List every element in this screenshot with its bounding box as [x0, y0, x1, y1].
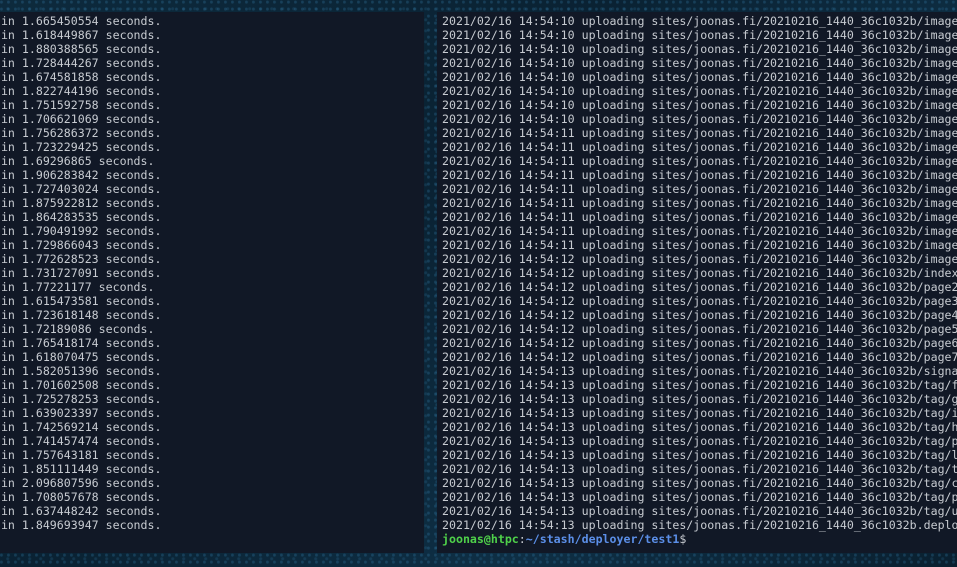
terminal-line: 2021/02/16 14:54:13 uploading sites/joon… [442, 476, 957, 490]
terminal-line: te in 1.729866043 seconds. [0, 238, 162, 252]
terminal-line: te in 1.727403024 seconds. [0, 182, 162, 196]
prompt-user-host: joonas@htpc [442, 532, 519, 546]
right-terminal-output: 2021/02/16 14:54:10 uploading sites/joon… [442, 14, 957, 546]
terminal-line: 2021/02/16 14:54:10 uploading sites/joon… [442, 112, 957, 126]
terminal-line: 2021/02/16 14:54:13 uploading sites/joon… [442, 378, 957, 392]
terminal-line: 2021/02/16 14:54:12 uploading sites/joon… [442, 280, 957, 294]
shell-prompt[interactable]: joonas@htpc:~/stash/deployer/test1$ [442, 532, 957, 546]
terminal-line: te in 1.851111449 seconds. [0, 462, 162, 476]
terminal-line: te in 1.665450554 seconds. [0, 14, 162, 28]
terminal-line: te in 1.618449867 seconds. [0, 28, 162, 42]
terminal-line: 2021/02/16 14:54:13 uploading sites/joon… [442, 504, 957, 518]
terminal-line: te in 1.765418174 seconds. [0, 336, 162, 350]
terminal-line: 2021/02/16 14:54:11 uploading sites/joon… [442, 168, 957, 182]
terminal-line: te in 1.639023397 seconds. [0, 406, 162, 420]
terminal-line: 2021/02/16 14:54:10 uploading sites/joon… [442, 28, 957, 42]
terminal-line: te in 1.69296865 seconds. [0, 154, 155, 168]
terminal-line: te in 1.701602508 seconds. [0, 378, 162, 392]
terminal-line: 2021/02/16 14:54:12 uploading sites/joon… [442, 252, 957, 266]
terminal-line: 2021/02/16 14:54:12 uploading sites/joon… [442, 322, 957, 336]
terminal-line: 2021/02/16 14:54:13 uploading sites/joon… [442, 490, 957, 504]
terminal-line: 2021/02/16 14:54:11 uploading sites/joon… [442, 224, 957, 238]
terminal-line: te in 1.742569214 seconds. [0, 420, 162, 434]
terminal-line: te in 1.757643181 seconds. [0, 448, 162, 462]
terminal-line: 2021/02/16 14:54:11 uploading sites/joon… [442, 154, 957, 168]
terminal-line: 2021/02/16 14:54:10 uploading sites/joon… [442, 14, 957, 28]
terminal-line: te in 1.674581858 seconds. [0, 70, 162, 84]
terminal-line: te in 1.849693947 seconds. [0, 518, 162, 532]
terminal-line: te in 1.723229425 seconds. [0, 140, 162, 154]
terminal-line: 2021/02/16 14:54:13 uploading sites/joon… [442, 364, 957, 378]
terminal-line: te in 1.880388565 seconds. [0, 42, 162, 56]
terminal-line: 2021/02/16 14:54:10 uploading sites/joon… [442, 70, 957, 84]
terminal-line: 2021/02/16 14:54:13 uploading sites/joon… [442, 518, 957, 532]
terminal-line: te in 1.731727091 seconds. [0, 266, 162, 280]
left-terminal-output: te in 1.665450554 seconds.te in 1.618449… [0, 14, 162, 532]
terminal-line: 2021/02/16 14:54:13 uploading sites/joon… [442, 420, 957, 434]
terminal-line: te in 1.725278253 seconds. [0, 392, 162, 406]
terminal-line: 2021/02/16 14:54:11 uploading sites/joon… [442, 210, 957, 224]
terminal-line: 2021/02/16 14:54:13 uploading sites/joon… [442, 392, 957, 406]
terminal-line: te in 1.756286372 seconds. [0, 126, 162, 140]
prompt-symbol: $ [679, 532, 687, 546]
terminal-line: te in 1.822744196 seconds. [0, 84, 162, 98]
terminal-line: te in 1.77221177 seconds. [0, 280, 155, 294]
terminal-line: te in 1.790491992 seconds. [0, 224, 162, 238]
terminal-line: 2021/02/16 14:54:13 uploading sites/joon… [442, 448, 957, 462]
terminal-line: te in 1.906283842 seconds. [0, 168, 162, 182]
terminal-line: 2021/02/16 14:54:10 uploading sites/joon… [442, 84, 957, 98]
terminal-line: te in 1.582051396 seconds. [0, 364, 162, 378]
terminal-line: 2021/02/16 14:54:13 uploading sites/joon… [442, 462, 957, 476]
terminal-line: 2021/02/16 14:54:10 uploading sites/joon… [442, 42, 957, 56]
terminal-line: te in 1.618070475 seconds. [0, 350, 162, 364]
terminal-line: te in 1.723618148 seconds. [0, 308, 162, 322]
terminal-line: 2021/02/16 14:54:12 uploading sites/joon… [442, 294, 957, 308]
left-terminal-window[interactable]: te in 1.665450554 seconds.te in 1.618449… [0, 12, 424, 553]
right-terminal-window[interactable]: 2021/02/16 14:54:10 uploading sites/joon… [437, 12, 957, 553]
prompt-path: ~/stash/deployer/test1 [525, 532, 680, 546]
terminal-line: 2021/02/16 14:54:11 uploading sites/joon… [442, 196, 957, 210]
terminal-line: 2021/02/16 14:54:13 uploading sites/joon… [442, 434, 957, 448]
terminal-line: 2021/02/16 14:54:13 uploading sites/joon… [442, 406, 957, 420]
terminal-line: 2021/02/16 14:54:12 uploading sites/joon… [442, 350, 957, 364]
terminal-line: te in 1.751592758 seconds. [0, 98, 162, 112]
terminal-line: 2021/02/16 14:54:11 uploading sites/joon… [442, 182, 957, 196]
terminal-line: 2021/02/16 14:54:10 uploading sites/joon… [442, 98, 957, 112]
terminal-line: te in 1.772628523 seconds. [0, 252, 162, 266]
terminal-line: 2021/02/16 14:54:11 uploading sites/joon… [442, 126, 957, 140]
terminal-line: te in 1.875922812 seconds. [0, 196, 162, 210]
terminal-line: te in 1.706621069 seconds. [0, 112, 162, 126]
terminal-line: te in 1.72189086 seconds. [0, 322, 155, 336]
terminal-line: te in 1.864283535 seconds. [0, 210, 162, 224]
terminal-line: 2021/02/16 14:54:12 uploading sites/joon… [442, 266, 957, 280]
terminal-line: te in 1.615473581 seconds. [0, 294, 162, 308]
terminal-line: 2021/02/16 14:54:12 uploading sites/joon… [442, 336, 957, 350]
terminal-line: te in 2.096807596 seconds. [0, 476, 162, 490]
terminal-line: te in 1.741457474 seconds. [0, 434, 162, 448]
prompt-separator: : [518, 532, 526, 546]
desktop: { "left_terminal": { "lines": [ "te in 1… [0, 0, 957, 567]
terminal-line: te in 1.637448242 seconds. [0, 504, 162, 518]
terminal-line: te in 1.728444267 seconds. [0, 56, 162, 70]
terminal-line: 2021/02/16 14:54:10 uploading sites/joon… [442, 56, 957, 70]
terminal-line: te in 1.708057678 seconds. [0, 490, 162, 504]
terminal-line: 2021/02/16 14:54:11 uploading sites/joon… [442, 140, 957, 154]
terminal-line: 2021/02/16 14:54:11 uploading sites/joon… [442, 238, 957, 252]
terminal-line: 2021/02/16 14:54:12 uploading sites/joon… [442, 308, 957, 322]
